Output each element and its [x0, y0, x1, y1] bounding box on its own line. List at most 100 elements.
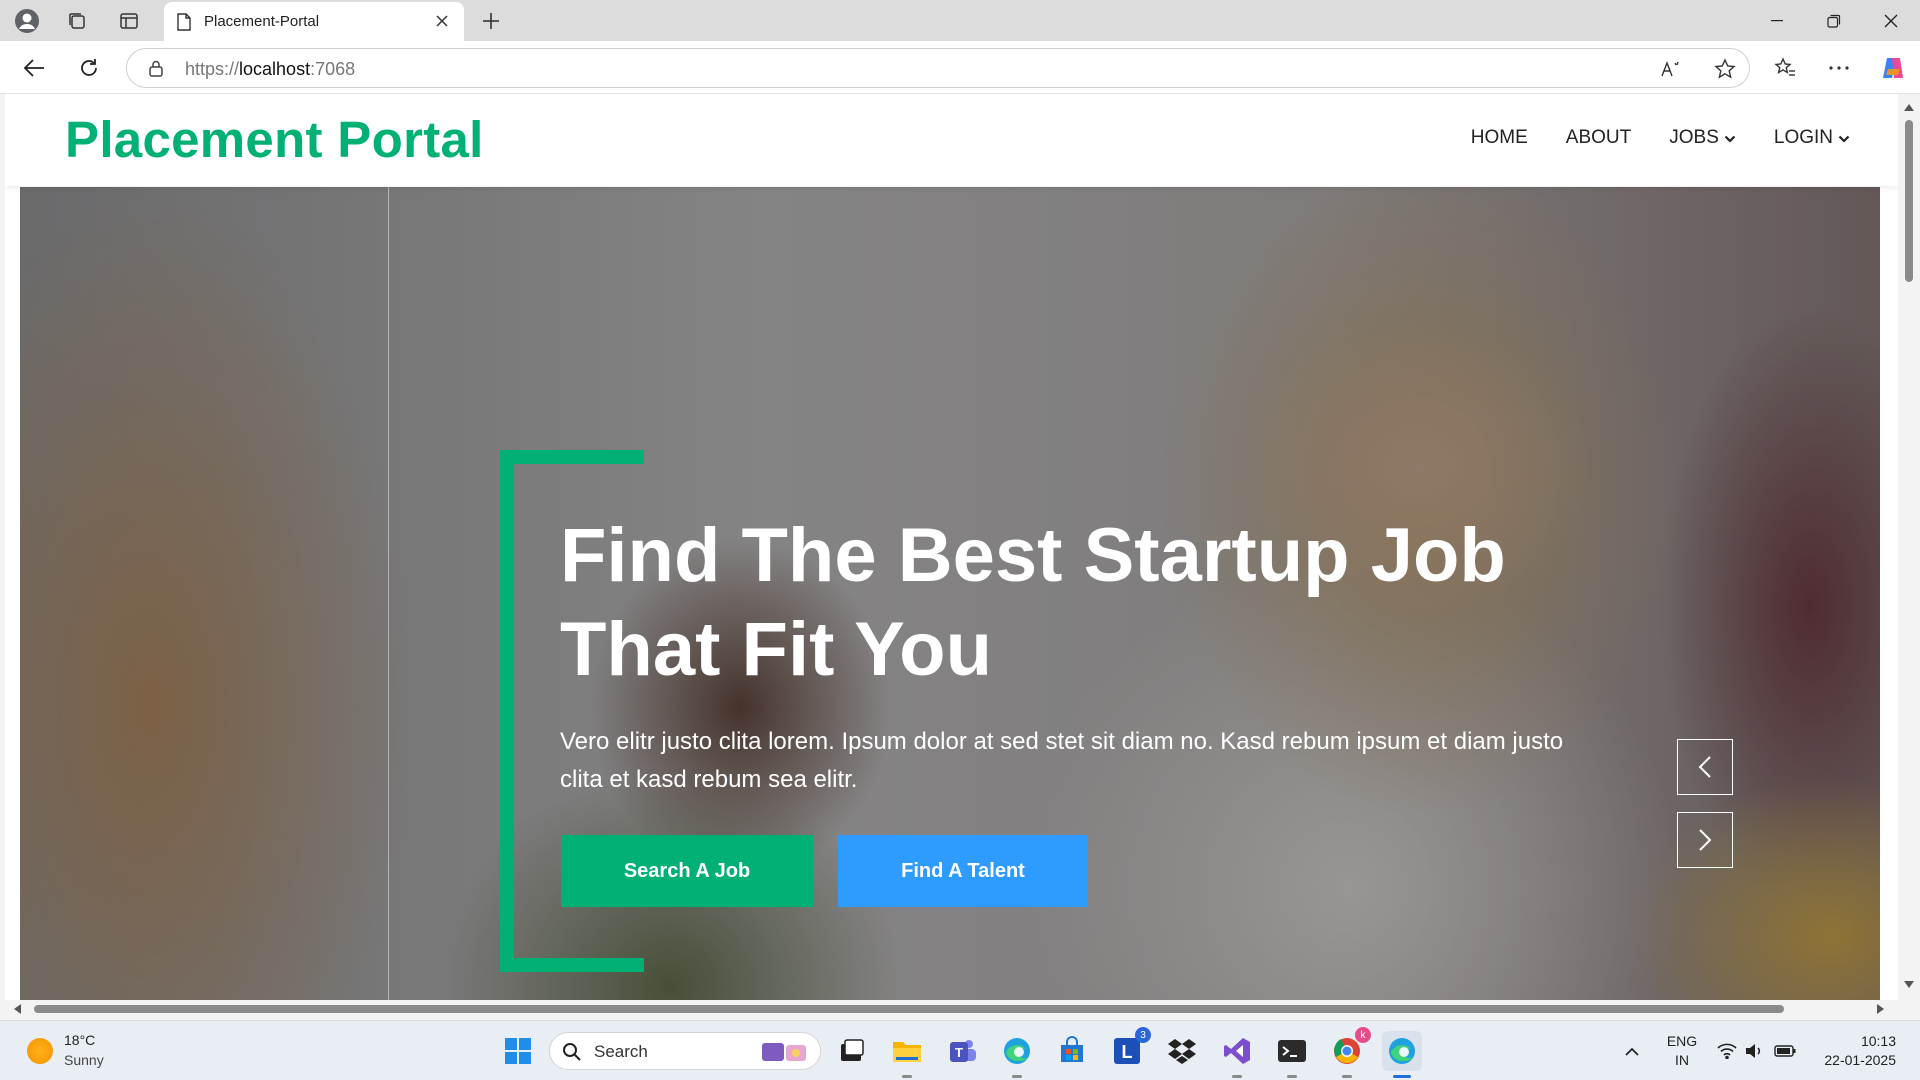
profile-badge: k — [1355, 1027, 1371, 1043]
scroll-down-icon[interactable] — [1903, 978, 1915, 990]
close-window-icon[interactable] — [1862, 0, 1920, 41]
site-navbar: Placement Portal HOME ABOUT JOBS LOGIN — [5, 94, 1898, 186]
hero-title-line1: Find The Best Startup Job — [560, 513, 1506, 598]
running-indicator — [1012, 1075, 1022, 1078]
url-scheme: https:// — [185, 59, 240, 79]
find-talent-button[interactable]: Find A Talent — [838, 835, 1088, 907]
search-job-button[interactable]: Search A Job — [561, 835, 813, 907]
tab-title: Placement-Portal — [204, 13, 320, 30]
url-port: :7068 — [310, 59, 356, 79]
taskbar-search-box[interactable]: Search — [549, 1032, 821, 1070]
running-indicator — [902, 1075, 912, 1078]
weather-description[interactable]: Sunny — [64, 1052, 104, 1068]
browser-tab-bar: Placement-Portal — [0, 0, 1920, 42]
running-indicator — [1342, 1075, 1352, 1078]
url-text[interactable]: https://localhost:7068 — [185, 59, 355, 80]
edge-active-icon[interactable] — [1382, 1031, 1422, 1078]
nav-jobs-dropdown[interactable]: JOBS — [1669, 127, 1736, 149]
language-code: ENG — [1666, 1033, 1698, 1049]
chevron-right-icon — [1699, 829, 1712, 851]
task-view-icon[interactable] — [832, 1031, 872, 1071]
copilot-icon[interactable] — [1876, 51, 1910, 85]
refresh-icon[interactable] — [72, 51, 106, 85]
terminal-icon[interactable] — [1272, 1031, 1312, 1078]
search-highlight-icon — [758, 1040, 812, 1069]
url-host: localhost — [239, 59, 311, 79]
vertical-scrollbar[interactable] — [1898, 94, 1920, 1000]
chevron-down-icon — [1838, 135, 1850, 143]
horizontal-scroll-thumb[interactable] — [34, 1005, 1784, 1013]
chevron-left-icon — [1698, 756, 1711, 778]
collections-icon[interactable] — [62, 6, 92, 36]
sun-weather-icon[interactable] — [27, 1038, 53, 1064]
active-indicator — [1393, 1075, 1411, 1078]
vertical-tabs-icon[interactable] — [114, 6, 144, 36]
close-tab-icon[interactable] — [430, 9, 454, 33]
back-icon[interactable] — [17, 51, 51, 85]
clock-date: 22-01-2025 — [1824, 1052, 1896, 1068]
word-lens-icon[interactable]: L 3 — [1107, 1027, 1151, 1071]
visual-studio-icon[interactable] — [1217, 1031, 1257, 1078]
notification-badge: 3 — [1135, 1027, 1151, 1043]
weather-temperature[interactable]: 18°C — [64, 1032, 95, 1048]
running-indicator — [1232, 1075, 1242, 1078]
hero-carousel: Find The Best Startup Job That Fit You V… — [20, 187, 1880, 1000]
nav-login-dropdown[interactable]: LOGIN — [1774, 127, 1850, 149]
teams-icon[interactable]: T — [942, 1031, 982, 1071]
clock-time: 10:13 — [1860, 1033, 1896, 1049]
lock-icon[interactable] — [149, 60, 163, 82]
chevron-down-icon — [1724, 135, 1736, 143]
profile-icon[interactable] — [12, 6, 42, 36]
language-indicator[interactable]: ENG IN — [1664, 1032, 1700, 1070]
carousel-next-button[interactable] — [1677, 812, 1733, 868]
scroll-left-icon[interactable] — [12, 1003, 24, 1015]
page-viewport: Placement Portal HOME ABOUT JOBS LOGIN F… — [5, 94, 1898, 1000]
main-menu: HOME ABOUT JOBS LOGIN — [1471, 127, 1850, 149]
favorite-star-icon[interactable] — [1711, 55, 1739, 83]
system-clock[interactable]: 10:13 22-01-2025 — [1824, 1032, 1896, 1070]
hero-title-line2: That Fit You — [560, 607, 993, 692]
nav-login-label: LOGIN — [1773, 127, 1833, 148]
file-explorer-icon[interactable] — [887, 1031, 927, 1078]
search-icon — [562, 1042, 582, 1067]
hero-title: Find The Best Startup Job That Fit You — [560, 509, 1640, 697]
address-bar[interactable]: https://localhost:7068 — [126, 48, 1750, 88]
minimize-icon[interactable] — [1748, 0, 1806, 41]
svg-text:T: T — [955, 1045, 963, 1060]
windows-taskbar: 18°C Sunny Search T L 3 k ENG IN 10:13 2… — [0, 1020, 1920, 1080]
favorites-icon[interactable] — [1768, 51, 1802, 85]
dropbox-icon[interactable] — [1162, 1031, 1202, 1071]
nav-home-label: HOME — [1470, 127, 1528, 148]
microsoft-store-icon[interactable] — [1052, 1031, 1092, 1071]
battery-icon[interactable] — [1770, 1031, 1800, 1071]
more-options-icon[interactable] — [1822, 51, 1856, 85]
site-logo[interactable]: Placement Portal — [65, 110, 484, 169]
restore-icon[interactable] — [1805, 0, 1863, 41]
browser-toolbar: https://localhost:7068 — [0, 41, 1920, 94]
wifi-icon[interactable] — [1712, 1031, 1742, 1071]
edge-icon[interactable] — [997, 1031, 1037, 1078]
nav-about[interactable]: ABOUT — [1566, 127, 1631, 149]
active-tab[interactable]: Placement-Portal — [164, 2, 464, 42]
start-windows-icon[interactable] — [498, 1031, 538, 1071]
horizontal-scrollbar[interactable] — [0, 1000, 1898, 1018]
nav-about-label: ABOUT — [1565, 127, 1632, 148]
scroll-up-icon[interactable] — [1903, 102, 1915, 114]
hero-subtitle: Vero elitr justo clita lorem. Ipsum dolo… — [560, 728, 1564, 793]
running-indicator — [1287, 1075, 1297, 1078]
nav-jobs-label: JOBS — [1669, 127, 1719, 148]
volume-icon[interactable] — [1740, 1031, 1770, 1071]
scroll-right-icon[interactable] — [1874, 1003, 1886, 1015]
page-icon — [176, 13, 192, 36]
nav-home[interactable]: HOME — [1471, 127, 1528, 149]
read-aloud-icon[interactable] — [1657, 55, 1685, 83]
chevron-up-icon[interactable] — [1614, 1031, 1650, 1071]
slide-divider — [388, 187, 389, 1000]
new-tab-icon[interactable] — [476, 6, 506, 36]
taskbar-search-label: Search — [594, 1042, 648, 1061]
region-code: IN — [1675, 1052, 1689, 1068]
vertical-scroll-thumb[interactable] — [1905, 120, 1913, 282]
svg-text:L: L — [1122, 1042, 1133, 1062]
carousel-prev-button[interactable] — [1677, 739, 1733, 795]
chrome-icon[interactable]: k — [1327, 1027, 1371, 1078]
